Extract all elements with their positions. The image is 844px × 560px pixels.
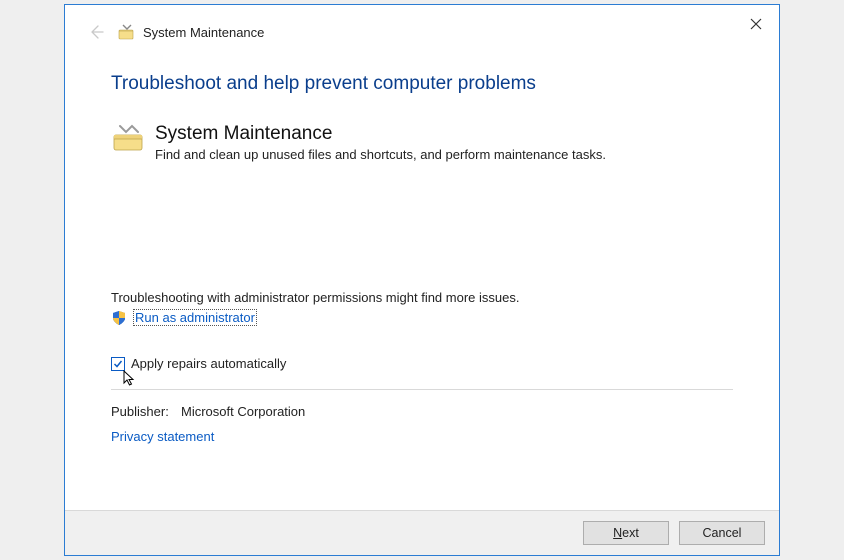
publisher-label: Publisher: xyxy=(111,404,181,419)
divider xyxy=(111,389,733,390)
troubleshooter-window: System Maintenance Troubleshoot and help… xyxy=(64,4,780,556)
section-block: System Maintenance Find and clean up unu… xyxy=(111,123,733,162)
window-title: System Maintenance xyxy=(143,25,264,40)
footer: Next Cancel xyxy=(65,510,779,555)
cancel-button[interactable]: Cancel xyxy=(679,521,765,545)
header: System Maintenance xyxy=(65,5,779,45)
back-button xyxy=(87,23,105,41)
section-heading: System Maintenance xyxy=(155,123,606,145)
maintenance-large-icon xyxy=(111,123,145,153)
close-button[interactable] xyxy=(745,13,767,35)
auto-repair-label: Apply repairs automatically xyxy=(131,356,286,371)
publisher-row: Publisher: Microsoft Corporation xyxy=(111,404,733,419)
next-button[interactable]: Next xyxy=(583,521,669,545)
run-as-admin-row: Run as administrator xyxy=(111,309,733,326)
content: Troubleshoot and help prevent computer p… xyxy=(65,45,779,510)
run-as-admin-link[interactable]: Run as administrator xyxy=(133,309,257,326)
cursor-icon xyxy=(123,370,137,388)
privacy-statement-link[interactable]: Privacy statement xyxy=(111,429,214,444)
arrow-left-icon xyxy=(88,24,104,40)
check-icon xyxy=(113,359,123,369)
auto-repair-row: Apply repairs automatically xyxy=(111,356,733,371)
publisher-value: Microsoft Corporation xyxy=(181,404,305,419)
main-heading: Troubleshoot and help prevent computer p… xyxy=(111,73,733,95)
section-description: Find and clean up unused files and short… xyxy=(155,147,606,162)
shield-icon xyxy=(111,310,127,326)
auto-repair-checkbox[interactable] xyxy=(111,357,125,371)
admin-permissions-note: Troubleshooting with administrator permi… xyxy=(111,290,733,305)
close-icon xyxy=(750,18,762,30)
system-maintenance-icon xyxy=(117,23,135,41)
